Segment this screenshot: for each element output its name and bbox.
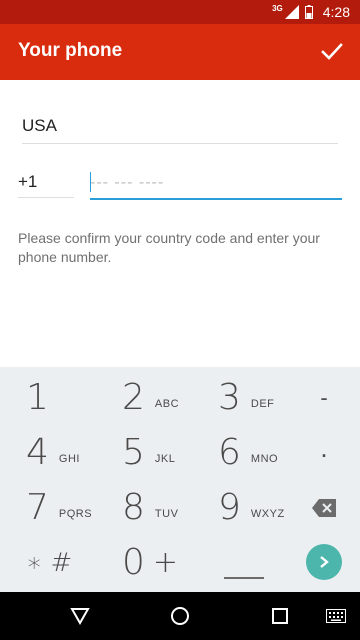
key-star-hash[interactable]: ∗ #	[26, 535, 122, 590]
key-plus: +	[152, 545, 179, 580]
key-digit: 4	[26, 432, 49, 473]
key-digit: 7	[26, 487, 49, 528]
phone-input[interactable]	[90, 170, 342, 196]
next-button[interactable]	[306, 544, 342, 580]
key-dash[interactable]: -	[302, 370, 346, 425]
key-6[interactable]: 6 MNO	[218, 425, 314, 480]
checkmark-icon	[321, 43, 343, 60]
key-digit: 9	[218, 487, 241, 528]
network-type: 3G	[272, 3, 283, 13]
battery-icon	[304, 5, 313, 19]
key-digit: 6	[218, 432, 241, 473]
key-digit: 1	[26, 377, 49, 418]
clock: 4:28	[322, 4, 350, 20]
keyboard-switch-button[interactable]	[312, 592, 360, 640]
key-letters: JKL	[154, 452, 176, 465]
keyboard-icon	[326, 609, 346, 623]
status-icons: 3G 4:28	[272, 0, 350, 24]
key-0[interactable]: 0 +	[122, 535, 218, 590]
done-button[interactable]	[316, 36, 348, 68]
text-cursor	[90, 172, 91, 192]
key-digit: 5	[122, 432, 145, 473]
phone-field-wrapper	[90, 170, 342, 200]
app-bar: Your phone	[0, 24, 360, 80]
back-button[interactable]	[50, 592, 110, 640]
key-7[interactable]: 7 PQRS	[26, 480, 122, 535]
backspace-icon	[312, 498, 336, 517]
backspace-button[interactable]	[302, 480, 346, 535]
key-letters: TUV	[154, 507, 179, 520]
chevron-right-icon	[320, 556, 329, 568]
country-field[interactable]: USA	[22, 116, 338, 144]
key-digit: 8	[122, 487, 145, 528]
recents-square-icon	[272, 608, 288, 624]
key-letters: ABC	[154, 397, 180, 410]
back-triangle-icon	[70, 608, 90, 625]
dot-symbol: .	[320, 433, 328, 463]
key-letters: PQRS	[58, 507, 93, 520]
key-dot[interactable]: .	[302, 425, 346, 480]
key-3[interactable]: 3 DEF	[218, 370, 314, 425]
hint-text: Please confirm your country code and ent…	[18, 230, 320, 265]
dash-symbol: -	[320, 384, 328, 410]
home-circle-icon	[171, 607, 189, 625]
key-letters: WXYZ	[250, 507, 285, 520]
key-digit: 2	[122, 377, 145, 418]
space-key[interactable]	[224, 545, 264, 579]
key-digit: 3	[218, 377, 241, 418]
key-5[interactable]: 5 JKL	[122, 425, 218, 480]
key-symbols: ∗ #	[26, 547, 73, 578]
numeric-keypad: 1 2 ABC 3 DEF - 4 GHI 5 JKL 6 MNO . 7 PQ…	[0, 367, 360, 592]
page-title: Your phone	[18, 40, 123, 61]
status-bar: 3G 4:28	[0, 0, 360, 24]
key-digit: 0	[122, 542, 145, 583]
key-9[interactable]: 9 WXYZ	[218, 480, 314, 535]
key-letters: DEF	[250, 397, 275, 410]
navigation-bar	[0, 592, 360, 640]
country-code-field[interactable]: +1	[18, 172, 74, 198]
key-8[interactable]: 8 TUV	[122, 480, 218, 535]
key-1[interactable]: 1	[26, 370, 122, 425]
signal-icon	[284, 5, 299, 19]
key-letters: MNO	[250, 452, 279, 465]
home-button[interactable]	[150, 592, 210, 640]
key-2[interactable]: 2 ABC	[122, 370, 218, 425]
key-letters: GHI	[58, 452, 80, 465]
key-4[interactable]: 4 GHI	[26, 425, 122, 480]
recents-button[interactable]	[250, 592, 310, 640]
